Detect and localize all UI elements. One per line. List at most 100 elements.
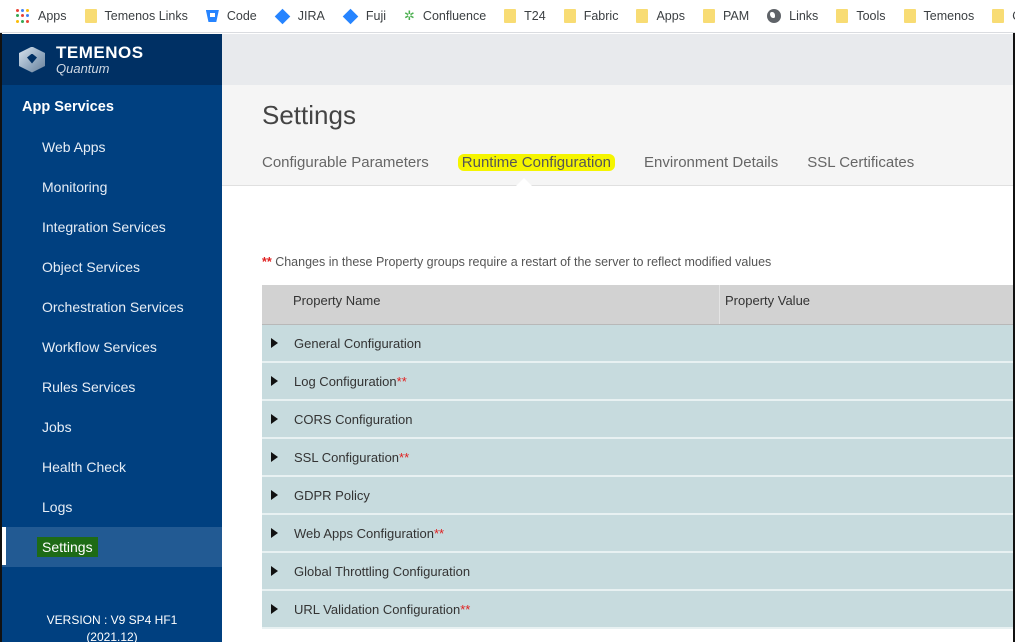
sidebar-item-label: Rules Services bbox=[42, 379, 136, 395]
expand-arrow-icon[interactable] bbox=[271, 452, 278, 462]
apps-grid-icon bbox=[16, 9, 30, 23]
sidebar-item-label: Health Check bbox=[42, 459, 127, 475]
brand-name: TEMENOS bbox=[56, 43, 144, 62]
page-title: Settings bbox=[262, 100, 356, 130]
restart-required-marker: ** bbox=[399, 449, 410, 465]
row-label: CORS Configuration bbox=[294, 411, 413, 427]
brand-logo[interactable]: TEMENOS Quantum bbox=[2, 34, 222, 85]
version-text: VERSION : V9 SP4 HF1 bbox=[46, 613, 178, 627]
bookmark-label: PAM bbox=[722, 9, 750, 23]
bookmark-label: Confluence bbox=[422, 9, 487, 23]
row-label: Global Throttling Configuration bbox=[294, 563, 471, 579]
table-row-url-validation-configuration[interactable]: URL Validation Configuration ** bbox=[262, 591, 1013, 629]
table-row-web-apps-configuration[interactable]: Web Apps Configuration ** bbox=[262, 515, 1013, 553]
expand-arrow-icon[interactable] bbox=[271, 490, 278, 500]
bookmark-apps-folder[interactable]: Apps bbox=[636, 9, 685, 23]
bookmark-links[interactable]: Links bbox=[767, 9, 818, 23]
tab-label: SSL Certificates bbox=[807, 154, 915, 171]
table-row-ssl-configuration[interactable]: SSL Configuration ** bbox=[262, 439, 1013, 477]
folder-icon bbox=[903, 9, 916, 23]
bookmark-temenos-links[interactable]: Temenos Links bbox=[84, 9, 188, 23]
sidebar-item-orchestration-services[interactable]: Orchestration Services bbox=[2, 287, 222, 327]
sidebar-item-label: Integration Services bbox=[42, 219, 166, 235]
active-tab-indicator bbox=[516, 178, 532, 186]
tab-environment-details[interactable]: Environment Details bbox=[644, 154, 778, 171]
row-label: Log Configuration bbox=[294, 373, 397, 389]
bookmark-label: Temenos Links bbox=[104, 9, 188, 23]
bookmark-label: JIRA bbox=[297, 9, 325, 23]
expand-arrow-icon[interactable] bbox=[271, 414, 278, 424]
tab-runtime-configuration[interactable]: Runtime Configuration bbox=[457, 154, 616, 171]
bookmark-fuji[interactable]: Fuji bbox=[342, 8, 387, 24]
bookmark-label: Fabric bbox=[583, 9, 619, 23]
expand-arrow-icon[interactable] bbox=[271, 338, 278, 348]
sidebar-item-settings[interactable]: Settings bbox=[2, 527, 222, 567]
sidebar-item-integration-services[interactable]: Integration Services bbox=[2, 207, 222, 247]
table-row-cors-configuration[interactable]: CORS Configuration bbox=[262, 401, 1013, 439]
folder-icon bbox=[563, 9, 576, 23]
table-row-global-throttling-configuration[interactable]: Global Throttling Configuration bbox=[262, 553, 1013, 591]
bookmark-label: Code bbox=[226, 9, 257, 23]
sidebar-item-workflow-services[interactable]: Workflow Services bbox=[2, 327, 222, 367]
jira-icon bbox=[274, 8, 291, 24]
tab-label: Configurable Parameters bbox=[262, 154, 429, 171]
sidebar-item-web-apps[interactable]: Web Apps bbox=[2, 127, 222, 167]
sidebar-item-label: Logs bbox=[42, 499, 73, 515]
sidebar-item-monitoring[interactable]: Monitoring bbox=[2, 167, 222, 207]
brand-subtitle: Quantum bbox=[56, 61, 110, 76]
bookmark-label: Tools bbox=[856, 9, 886, 23]
bookmark-tools[interactable]: Tools bbox=[836, 9, 886, 23]
table-row-gdpr-policy[interactable]: GDPR Policy bbox=[262, 477, 1013, 515]
tab-configurable-parameters[interactable]: Configurable Parameters bbox=[262, 154, 429, 171]
row-label: SSL Configuration bbox=[294, 449, 400, 465]
restart-marker: ** bbox=[262, 255, 272, 269]
sidebar-item-health-check[interactable]: Health Check bbox=[2, 447, 222, 487]
bookmark-code[interactable]: Code bbox=[205, 9, 257, 23]
bookmark-temenos[interactable]: Temenos bbox=[903, 9, 974, 23]
expand-arrow-icon[interactable] bbox=[271, 376, 278, 386]
sidebar-item-object-services[interactable]: Object Services bbox=[2, 247, 222, 287]
bookmark-confluence[interactable]: ✲ Confluence bbox=[404, 8, 487, 24]
restart-note: ** Changes in these Property groups requ… bbox=[262, 255, 771, 269]
folder-icon bbox=[992, 9, 1005, 23]
restart-required-marker: ** bbox=[433, 525, 445, 541]
tab-ssl-certificates[interactable]: SSL Certificates bbox=[807, 154, 914, 171]
expand-arrow-icon[interactable] bbox=[271, 604, 278, 614]
sidebar-item-label: Orchestration Services bbox=[42, 299, 184, 315]
sidebar-item-label: Web Apps bbox=[42, 139, 106, 155]
bookmark-apps[interactable]: Apps bbox=[16, 9, 67, 23]
bookmark-jira[interactable]: JIRA bbox=[274, 8, 325, 24]
version-info: VERSION : V9 SP4 HF1 (2021.12) bbox=[2, 612, 222, 642]
sidebar-item-label: Jobs bbox=[42, 419, 72, 435]
bookmark-other[interactable]: Ot bbox=[992, 9, 1015, 23]
column-header-property-name: Property Name bbox=[262, 285, 720, 324]
globe-icon bbox=[767, 9, 782, 23]
folder-icon bbox=[504, 9, 517, 23]
bookmark-label: Apps bbox=[656, 9, 685, 23]
table-row-log-configuration[interactable]: Log Configuration ** bbox=[262, 363, 1013, 401]
table-header: Property Name Property Value bbox=[262, 285, 1013, 325]
column-header-property-value: Property Value bbox=[725, 293, 811, 308]
confluence-icon: ✲ bbox=[404, 8, 415, 23]
sidebar-item-label: Workflow Services bbox=[42, 339, 157, 355]
bookmark-label: Fuji bbox=[365, 9, 387, 23]
sidebar-item-logs[interactable]: Logs bbox=[2, 487, 222, 527]
settings-tabs: Configurable Parameters Runtime Configur… bbox=[262, 154, 943, 171]
row-label: Web Apps Configuration bbox=[294, 525, 434, 541]
expand-arrow-icon[interactable] bbox=[271, 528, 278, 538]
table-row-general-configuration[interactable]: General Configuration bbox=[262, 325, 1013, 363]
sidebar-item-rules-services[interactable]: Rules Services bbox=[2, 367, 222, 407]
bookmark-label: T24 bbox=[524, 9, 546, 23]
temenos-cube-icon bbox=[16, 44, 48, 76]
bookmark-pam[interactable]: PAM bbox=[702, 9, 750, 23]
jira-icon bbox=[342, 8, 359, 24]
expand-arrow-icon[interactable] bbox=[271, 566, 278, 576]
sidebar-item-jobs[interactable]: Jobs bbox=[2, 407, 222, 447]
folder-icon bbox=[836, 9, 849, 23]
tab-label: Runtime Configuration bbox=[457, 154, 616, 171]
folder-icon bbox=[636, 9, 649, 23]
section-title-app-services[interactable]: App Services bbox=[2, 87, 222, 127]
row-label: General Configuration bbox=[294, 335, 422, 351]
bookmark-fabric[interactable]: Fabric bbox=[563, 9, 619, 23]
bookmark-t24[interactable]: T24 bbox=[504, 9, 546, 23]
